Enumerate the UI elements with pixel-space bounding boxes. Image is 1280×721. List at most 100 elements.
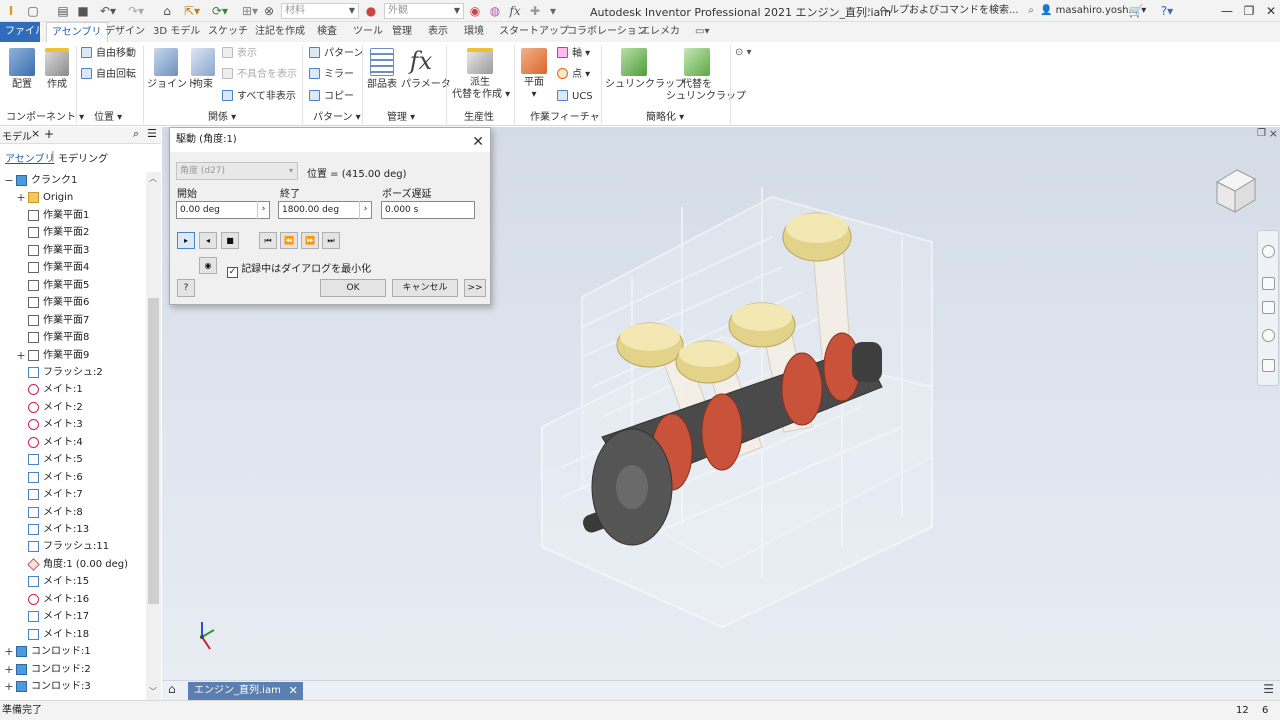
pan-icon[interactable] — [1262, 277, 1275, 290]
group-pattern[interactable]: パターン ▾ — [313, 111, 361, 125]
scroll-up-icon[interactable]: ︿ — [149, 173, 157, 184]
tree-item[interactable]: フラッシュ:11 — [0, 538, 146, 555]
point-button[interactable]: 点 ▾ — [557, 68, 590, 82]
hide-all-button[interactable]: すべて非表示 — [222, 90, 296, 104]
look-at-icon[interactable] — [1262, 359, 1275, 372]
undo-icon[interactable]: ↶▾ — [96, 3, 120, 19]
tree-item[interactable]: 作業平面1 — [0, 207, 146, 224]
browser-scrollbar[interactable]: ︿ ﹀ — [146, 172, 161, 700]
expand-icon[interactable]: + — [4, 678, 14, 695]
scroll-down-icon[interactable]: ﹀ — [149, 686, 157, 697]
tree-item[interactable]: 作業平面3 — [0, 242, 146, 259]
cancel-button[interactable]: キャンセル — [392, 279, 458, 297]
viewcube-icon[interactable] — [1215, 169, 1257, 213]
tab-sketch[interactable]: スケッチ — [203, 22, 253, 42]
dialog-titlebar[interactable]: 駆動 (角度:1) ✕ — [170, 128, 490, 152]
tree-item[interactable]: メイト:17 — [0, 608, 146, 625]
clear-appearance-icon[interactable]: ◍ — [488, 3, 502, 19]
group-simplify[interactable]: 簡略化 ▾ — [646, 111, 684, 125]
help-search-input[interactable]: ヘルプおよびコマンドを検索... — [876, 3, 1022, 19]
copy-button[interactable]: コピー — [309, 90, 354, 104]
record-minimize-checkbox[interactable]: ✓ 記録中はダイアログを最小化 — [227, 260, 371, 278]
ucs-button[interactable]: UCS — [557, 90, 593, 104]
customize-icon[interactable]: ▾ — [546, 3, 560, 19]
show-button[interactable]: 表示 — [222, 47, 257, 61]
start-expand-icon[interactable]: › — [257, 201, 269, 219]
end-value-input[interactable]: 1800.00 deg › — [278, 201, 372, 219]
close-icon[interactable]: ✕ — [1262, 2, 1280, 20]
material-select[interactable]: 材料 ▼ — [281, 3, 359, 19]
record-button[interactable]: ◉ — [199, 257, 217, 274]
collapse-icon[interactable]: − — [4, 172, 14, 189]
tree-item[interactable]: メイト:6 — [0, 469, 146, 486]
group-relations[interactable]: 関係 ▾ — [208, 111, 236, 125]
expand-icon[interactable]: + — [4, 643, 14, 660]
orbit-icon[interactable] — [1262, 329, 1275, 342]
viewport-close-icon[interactable]: × — [1269, 127, 1278, 140]
end-expand-icon[interactable]: › — [359, 201, 371, 219]
expand-icon[interactable]: + — [4, 661, 14, 678]
chevron-right-icon[interactable]: › — [864, 3, 874, 19]
go-to-start-button[interactable]: ⏮ — [259, 232, 277, 249]
parameters-button[interactable]: fx パラメータ — [401, 46, 451, 91]
appearance-ball-icon[interactable]: ● — [364, 3, 378, 19]
open-folder-icon[interactable]: ▤ — [56, 3, 70, 19]
dialog-close-icon[interactable]: ✕ — [472, 130, 484, 154]
play-forward-button[interactable]: ▸ — [177, 232, 195, 249]
start-value-input[interactable]: 0.00 deg › — [176, 201, 270, 219]
inventor-logo-icon[interactable]: I — [4, 3, 18, 19]
tab-design[interactable]: デザイン — [100, 22, 150, 42]
tree-item[interactable]: + コンロッド:3 — [0, 678, 146, 695]
home-icon[interactable]: ⌂ — [160, 3, 174, 19]
tab-manage[interactable]: 管理 — [387, 22, 417, 42]
free-move-button[interactable]: 自由移動 — [81, 47, 136, 61]
tree-item[interactable]: 作業平面2 — [0, 224, 146, 241]
step-forward-button[interactable]: ⏩ — [301, 232, 319, 249]
tree-item[interactable]: − クランク1 — [0, 172, 146, 189]
bom-button[interactable]: 部品表 — [366, 48, 398, 91]
tree-item[interactable]: 作業平面5 — [0, 277, 146, 294]
tree-item[interactable]: 作業平面4 — [0, 259, 146, 276]
joint-button[interactable]: ジョイント — [147, 48, 197, 91]
show-problem-button[interactable]: 不具合を表示 — [222, 68, 297, 82]
browser-search-icon[interactable]: ⌕ — [133, 127, 139, 141]
tree-item[interactable]: メイト:16 — [0, 591, 146, 608]
ribbon-options-icon[interactable]: ▭▾ — [690, 22, 714, 42]
zoom-icon[interactable] — [1262, 301, 1275, 314]
document-tab-close-icon[interactable]: ✕ — [289, 682, 298, 700]
pause-delay-input[interactable]: 0.000 s — [381, 201, 475, 219]
appearance-select[interactable]: 外観 ▼ — [384, 3, 464, 19]
constrain-button[interactable]: 拘束 — [189, 48, 217, 91]
tree-item[interactable]: メイト:7 — [0, 486, 146, 503]
tree-item[interactable]: メイト:2 — [0, 399, 146, 416]
clear-override-icon[interactable]: ⊗ — [262, 3, 276, 19]
ribbon-more-icon[interactable]: ⊙ ▾ — [735, 46, 752, 60]
go-to-end-button[interactable]: ⏭ — [322, 232, 340, 249]
select-priority-icon[interactable]: ⇱▾ — [182, 3, 202, 19]
new-file-icon[interactable]: ▢ — [26, 3, 40, 19]
dialog-help-button[interactable]: ? — [177, 279, 195, 297]
pattern-button[interactable]: パターン — [309, 47, 364, 61]
plane-button[interactable]: 平面 ▾ — [519, 48, 549, 101]
group-component[interactable]: コンポーネント ▾ — [6, 111, 84, 125]
tree-item[interactable]: メイト:1 — [0, 381, 146, 398]
tab-3d-model[interactable]: 3D モデル — [148, 22, 205, 42]
expand-icon[interactable]: + — [16, 189, 26, 206]
tab-inspect[interactable]: 検査 — [312, 22, 342, 42]
group-position[interactable]: 位置 ▾ — [94, 111, 122, 125]
minimize-icon[interactable]: — — [1218, 2, 1236, 20]
free-rotate-button[interactable]: 自由回転 — [81, 68, 136, 82]
help-icon[interactable]: ?▾ — [1156, 3, 1178, 19]
search-icon[interactable]: ⌕ — [1024, 3, 1038, 19]
cart-icon[interactable]: 🛒 — [1128, 3, 1144, 19]
tree-item[interactable]: メイト:15 — [0, 573, 146, 590]
tree-item[interactable]: + コンロッド:2 — [0, 661, 146, 678]
browser-scroll-thumb[interactable] — [148, 298, 159, 604]
plus-icon[interactable]: ✚ — [528, 3, 542, 19]
redo-icon[interactable]: ↷▾ — [124, 3, 148, 19]
viewport-maximize-icon[interactable]: ❐ — [1257, 128, 1266, 139]
browser-close-icon[interactable]: × — [31, 127, 40, 140]
tab-environment[interactable]: 環境 — [459, 22, 489, 42]
shrinkwrap-button[interactable]: シュリンクラップ — [605, 48, 685, 91]
tree-item[interactable]: メイト:4 — [0, 434, 146, 451]
